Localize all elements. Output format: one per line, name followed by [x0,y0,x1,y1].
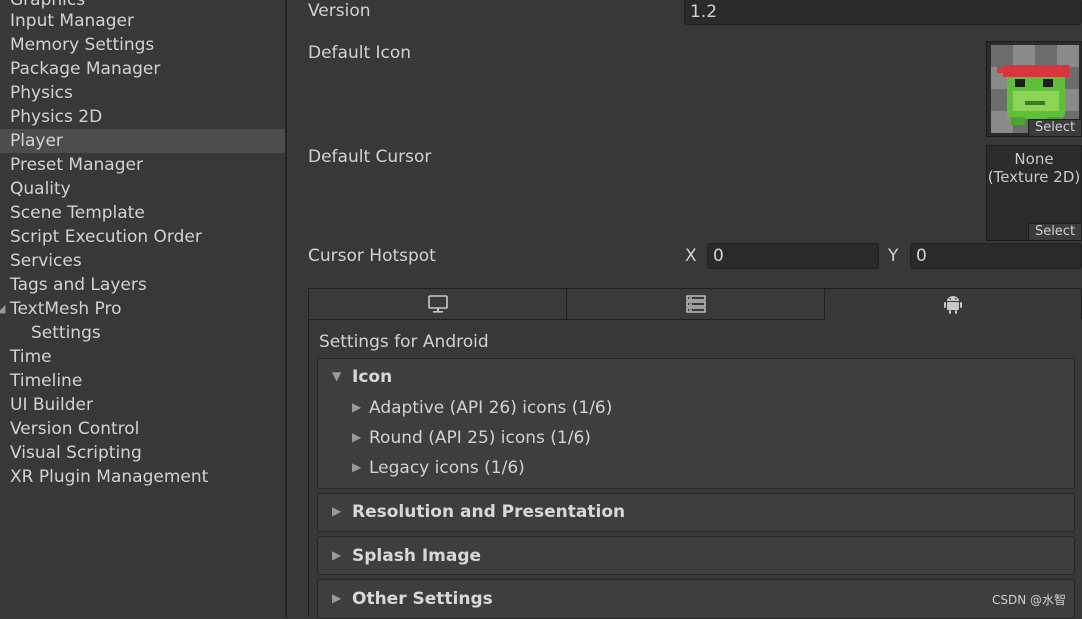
adaptive-icons-foldout[interactable]: Adaptive (API 26) icons (1/6) [369,398,612,418]
sidebar-item-xr-plugin-management[interactable]: XR Plugin Management [0,465,285,489]
project-settings-sidebar: Graphics Input Manager Memory Settings P… [0,0,287,617]
cursor-hotspot-label: Cursor Hotspot [308,246,436,266]
watermark: CSDN @水智 [991,593,1066,607]
sidebar-item-memory-settings[interactable]: Memory Settings [0,33,285,57]
sidebar-item-tags-and-layers[interactable]: Tags and Layers [0,273,285,297]
icon-select-button[interactable]: Select [1028,119,1081,136]
tab-android[interactable] [824,288,1082,320]
default-cursor-label: Default Cursor [308,147,432,167]
legacy-icons-foldout[interactable]: Legacy icons (1/6) [369,458,525,478]
sidebar-item-preset-manager[interactable]: Preset Manager [0,153,285,177]
android-settings-panel: Settings for Android ▼ Icon ▶ Adaptive (… [308,320,1082,619]
expand-arrow-icon[interactable]: ▶ [352,430,361,444]
sidebar-item-scene-template[interactable]: Scene Template [0,201,285,225]
sidebar-item-ui-builder[interactable]: UI Builder [0,393,285,417]
expand-arrow-icon[interactable]: ▶ [352,400,361,414]
default-icon-label: Default Icon [308,43,412,63]
expand-arrow-icon[interactable]: ▶ [352,460,361,474]
other-settings-group[interactable]: ▶ Other Settings [317,579,1075,619]
icon-group-header[interactable]: Icon [352,367,392,387]
expand-arrow-icon[interactable]: ▶ [332,548,341,562]
splash-group[interactable]: ▶ Splash Image [317,536,1075,575]
cursor-select-button[interactable]: Select [1028,223,1081,240]
sidebar-item-textmesh-pro[interactable]: ◢ TextMesh Pro [0,297,285,321]
sidebar-item-physics[interactable]: Physics [0,81,285,105]
expand-arrow-icon[interactable]: ▶ [332,504,341,518]
sidebar-item-quality[interactable]: Quality [0,177,285,201]
sidebar-item-services[interactable]: Services [0,249,285,273]
default-icon-slot[interactable]: Select [986,41,1082,137]
hotspot-x-label: X [685,246,697,266]
default-cursor-slot[interactable]: None (Texture 2D) Select [986,145,1082,241]
cursor-none-line2: (Texture 2D) [987,168,1081,186]
expand-arrow-icon[interactable]: ▶ [332,591,341,605]
platform-tabs [308,288,1082,320]
sidebar-item-input-manager[interactable]: Input Manager [0,9,285,33]
monitor-icon [427,295,448,313]
round-icons-foldout[interactable]: Round (API 25) icons (1/6) [369,428,591,448]
splash-group-header[interactable]: Splash Image [352,546,481,566]
sidebar-item-player[interactable]: Player [0,129,285,153]
sidebar-item-label: TextMesh Pro [10,299,122,319]
sidebar-item-package-manager[interactable]: Package Manager [0,57,285,81]
version-field[interactable]: 1.2 [684,0,1082,25]
tab-dedicated-server[interactable] [566,288,825,320]
sidebar-item-timeline[interactable]: Timeline [0,369,285,393]
cursor-none-text: None (Texture 2D) [987,150,1081,186]
sidebar-item-time[interactable]: Time [0,345,285,369]
icon-group: ▼ Icon ▶ Adaptive (API 26) icons (1/6) ▶… [317,358,1075,489]
sidebar-item-visual-scripting[interactable]: Visual Scripting [0,441,285,465]
other-settings-header[interactable]: Other Settings [352,589,493,609]
cursor-none-line1: None [1014,150,1054,168]
expand-arrow-icon[interactable]: ◢ [0,297,5,321]
sidebar-item-version-control[interactable]: Version Control [0,417,285,441]
sidebar-item-textmesh-settings[interactable]: Settings [0,321,285,345]
collapse-arrow-icon[interactable]: ▼ [332,369,341,383]
sidebar-item-script-execution-order[interactable]: Script Execution Order [0,225,285,249]
android-icon [944,296,962,314]
resolution-group-header[interactable]: Resolution and Presentation [352,502,625,522]
settings-title: Settings for Android [319,332,489,352]
hotspot-x-field[interactable]: 0 [707,243,879,269]
tab-standalone[interactable] [308,288,567,320]
version-label: Version [308,1,371,21]
player-settings-panel: Version 1.2 Default Icon Select Default … [287,0,1082,619]
server-icon [685,295,706,313]
sidebar-item-physics-2d[interactable]: Physics 2D [0,105,285,129]
hotspot-y-field[interactable]: 0 [910,243,1082,269]
resolution-group[interactable]: ▶ Resolution and Presentation [317,493,1075,532]
hotspot-y-label: Y [888,246,899,266]
